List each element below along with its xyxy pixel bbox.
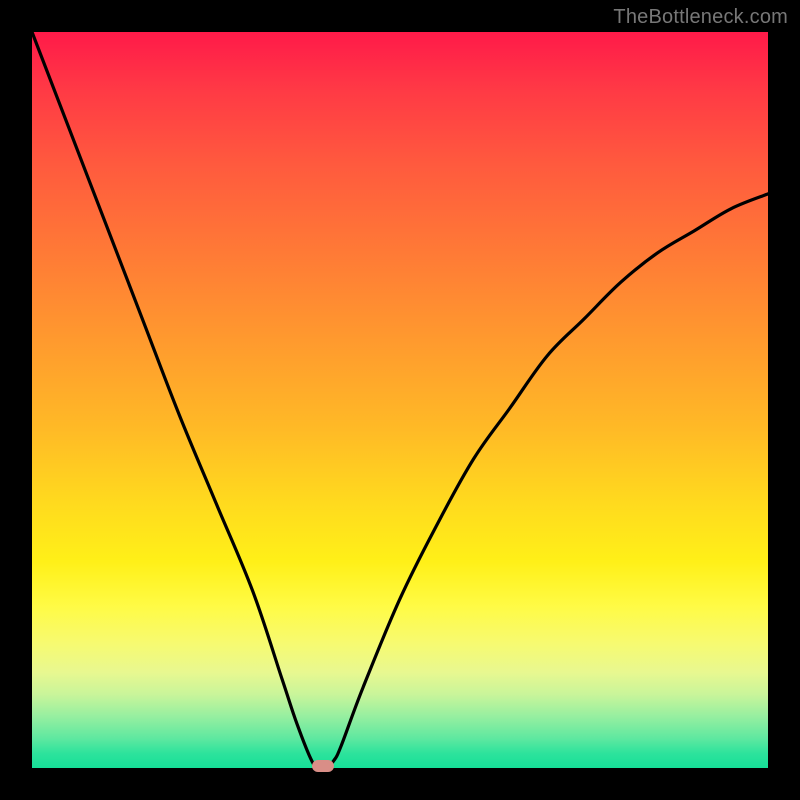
plot-area bbox=[32, 32, 768, 768]
watermark-text: TheBottleneck.com bbox=[613, 6, 788, 29]
min-marker bbox=[312, 760, 334, 772]
chart-frame: TheBottleneck.com bbox=[0, 0, 800, 800]
bottleneck-curve bbox=[32, 32, 768, 768]
